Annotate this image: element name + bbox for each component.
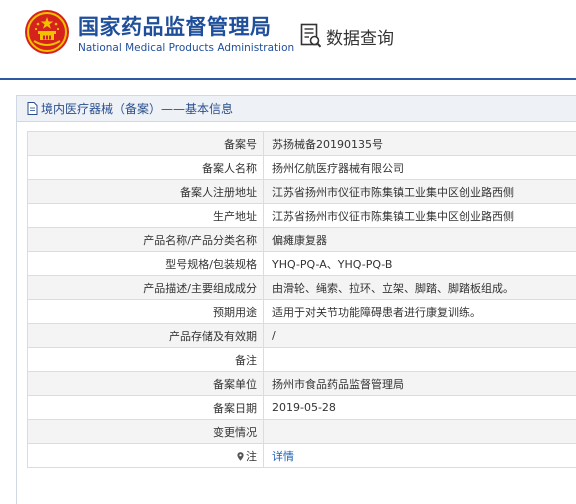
field-label: 生产地址 bbox=[27, 203, 264, 228]
table-row: 备注 bbox=[27, 347, 576, 372]
field-value: 江苏省扬州市仪征市陈集镇工业集中区创业路西侧 bbox=[263, 179, 576, 204]
brand-title-cn: 国家药品监督管理局 bbox=[78, 15, 272, 39]
field-value bbox=[263, 419, 576, 444]
details-link[interactable]: 详情 bbox=[272, 450, 294, 463]
header-divider bbox=[0, 78, 576, 80]
field-value: 扬州市食品药品监督管理局 bbox=[263, 371, 576, 396]
field-label: 备案号 bbox=[27, 131, 264, 156]
field-label: 备案日期 bbox=[27, 395, 264, 420]
field-value: 2019-05-28 bbox=[263, 395, 576, 420]
table-row: 产品存储及有效期 / bbox=[27, 323, 576, 348]
field-value: 扬州亿航医疗器械有限公司 bbox=[263, 155, 576, 180]
field-value: / bbox=[263, 323, 576, 348]
field-value: 由滑轮、绳索、拉环、立架、脚踏、脚踏板组成。 bbox=[263, 275, 576, 300]
info-panel: 境内医疗器械（备案）——基本信息 备案号 苏扬械备20190135号 备案人名称… bbox=[16, 95, 576, 504]
table-row: 注 详情 bbox=[27, 443, 576, 468]
table-row: 生产地址 江苏省扬州市仪征市陈集镇工业集中区创业路西侧 bbox=[27, 203, 576, 228]
table-row: 备案单位 扬州市食品药品监督管理局 bbox=[27, 371, 576, 396]
table-row: 预期用途 适用于对关节功能障碍患者进行康复训练。 bbox=[27, 299, 576, 324]
table-row: 备案号 苏扬械备20190135号 bbox=[27, 131, 576, 156]
field-value: YHQ-PQ-A、YHQ-PQ-B bbox=[263, 251, 576, 276]
document-search-icon bbox=[300, 23, 322, 48]
field-value bbox=[263, 347, 576, 372]
field-value: 适用于对关节功能障碍患者进行康复训练。 bbox=[263, 299, 576, 324]
table-row: 产品描述/主要组成成分 由滑轮、绳索、拉环、立架、脚踏、脚踏板组成。 bbox=[27, 275, 576, 300]
field-label: 备案单位 bbox=[27, 371, 264, 396]
info-table: 备案号 苏扬械备20190135号 备案人名称 扬州亿航医疗器械有限公司 备案人… bbox=[27, 131, 576, 468]
table-row: 产品名称/产品分类名称 偏瘫康复器 bbox=[27, 227, 576, 252]
field-label: 预期用途 bbox=[27, 299, 264, 324]
brand-title-en: National Medical Products Administration bbox=[78, 42, 295, 54]
field-value: 详情 bbox=[263, 443, 576, 468]
site-header: 国家药品监督管理局 National Medical Products Admi… bbox=[0, 0, 576, 78]
data-query-link[interactable]: 数据查询 bbox=[300, 22, 394, 50]
field-label: 型号规格/包装规格 bbox=[27, 251, 264, 276]
field-label: 备案人注册地址 bbox=[27, 179, 264, 204]
panel-title: 境内医疗器械（备案）——基本信息 bbox=[41, 102, 234, 116]
field-label: 备注 bbox=[27, 347, 264, 372]
field-value: 偏瘫康复器 bbox=[263, 227, 576, 252]
document-icon bbox=[27, 102, 38, 115]
field-value: 江苏省扬州市仪征市陈集镇工业集中区创业路西侧 bbox=[263, 203, 576, 228]
location-pin-icon bbox=[237, 451, 244, 461]
field-label: 产品名称/产品分类名称 bbox=[27, 227, 264, 252]
table-row: 备案人名称 扬州亿航医疗器械有限公司 bbox=[27, 155, 576, 180]
field-label: 备案人名称 bbox=[27, 155, 264, 180]
field-label: 产品描述/主要组成成分 bbox=[27, 275, 264, 300]
panel-header: 境内医疗器械（备案）——基本信息 bbox=[17, 96, 576, 122]
note-label-cell: 注 bbox=[27, 443, 264, 468]
field-label: 注 bbox=[246, 449, 257, 463]
table-row: 变更情况 bbox=[27, 419, 576, 444]
field-label: 产品存储及有效期 bbox=[27, 323, 264, 348]
national-emblem-icon bbox=[25, 10, 69, 54]
table-row: 备案人注册地址 江苏省扬州市仪征市陈集镇工业集中区创业路西侧 bbox=[27, 179, 576, 204]
table-row: 备案日期 2019-05-28 bbox=[27, 395, 576, 420]
table-row: 型号规格/包装规格 YHQ-PQ-A、YHQ-PQ-B bbox=[27, 251, 576, 276]
field-value: 苏扬械备20190135号 bbox=[263, 131, 576, 156]
field-label: 变更情况 bbox=[27, 419, 264, 444]
data-query-label: 数据查询 bbox=[326, 28, 394, 49]
